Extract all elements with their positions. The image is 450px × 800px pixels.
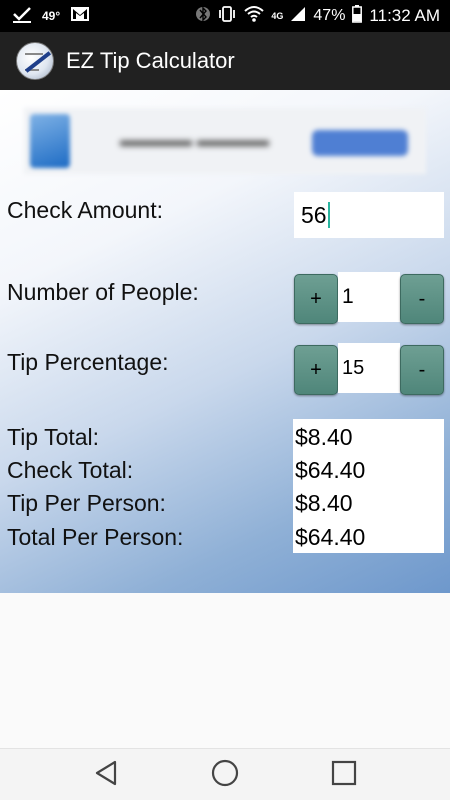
app-bar: EZ Tip Calculator: [0, 32, 450, 90]
total-per-person-label: Total Per Person:: [7, 524, 184, 550]
check-amount-value: 56: [301, 201, 327, 228]
check-download-icon: [12, 5, 32, 28]
lte-indicator: 4G: [271, 10, 284, 21]
app-logo-icon: [16, 42, 54, 80]
people-increase-button[interactable]: +: [294, 274, 338, 324]
tip-percentage-label: Tip Percentage:: [7, 349, 169, 375]
clock-time: 11:32 AM: [369, 6, 440, 25]
recents-button[interactable]: [304, 749, 384, 800]
tip-percentage-value[interactable]: 15: [338, 343, 400, 393]
ad-text: ▬▬▬▬ ▬▬▬▬: [120, 130, 270, 150]
tip-per-person-value: $8.40: [295, 490, 353, 516]
check-total-label: Check Total:: [7, 457, 134, 483]
battery-percentage: 47%: [313, 7, 346, 24]
tip-decrease-button[interactable]: -: [400, 345, 444, 395]
tip-increase-button[interactable]: +: [294, 345, 338, 395]
check-total-value: $64.40: [295, 457, 366, 483]
bluetooth-icon: [196, 4, 211, 29]
vibrate-icon: [217, 4, 237, 29]
people-decrease-button[interactable]: -: [400, 274, 444, 324]
home-button[interactable]: [185, 749, 265, 800]
gmail-icon: [70, 6, 90, 27]
tip-total-value: $8.40: [295, 424, 353, 450]
ad-image: [30, 114, 70, 168]
tip-total-label: Tip Total:: [7, 424, 100, 450]
people-label: Number of People:: [7, 279, 199, 305]
check-amount-input[interactable]: 56: [294, 192, 444, 238]
ad-banner[interactable]: ▬▬▬▬ ▬▬▬▬: [24, 108, 426, 174]
home-circle-icon: [211, 759, 239, 792]
empty-area: [0, 593, 450, 748]
wifi-icon: [244, 5, 265, 28]
status-bar: 49° 4G 47% 11:32 AM: [0, 0, 450, 32]
back-button[interactable]: [66, 749, 146, 800]
tip-per-person-label: Tip Per Person:: [7, 490, 166, 516]
recents-square-icon: [331, 760, 357, 791]
temperature-text: 49°: [42, 9, 61, 23]
total-per-person-value: $64.40: [295, 524, 366, 550]
back-triangle-icon: [93, 759, 119, 792]
check-amount-label: Check Amount:: [7, 197, 163, 223]
people-value[interactable]: 1: [338, 272, 400, 322]
navigation-bar: [0, 748, 450, 800]
battery-icon: [352, 4, 363, 28]
text-cursor: [327, 202, 330, 228]
signal-icon: [290, 6, 306, 27]
ad-button[interactable]: [312, 130, 408, 156]
app-title: EZ Tip Calculator: [66, 48, 235, 73]
results-box: $8.40 $64.40 $8.40 $64.40: [293, 419, 444, 553]
